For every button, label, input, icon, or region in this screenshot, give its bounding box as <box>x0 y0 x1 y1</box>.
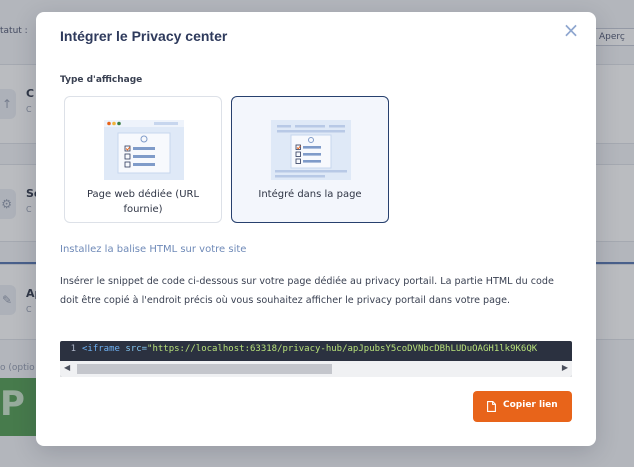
integrate-privacy-center-modal: Intégrer le Privacy center × Type d'affi… <box>36 12 596 446</box>
copy-link-button[interactable]: Copier lien <box>473 391 572 422</box>
line-number: 1 <box>70 344 76 354</box>
code-tag: <iframe <box>82 344 120 354</box>
scrollbar-thumb[interactable] <box>77 364 332 374</box>
modal-title: Intégrer le Privacy center <box>60 28 228 44</box>
scroll-right-icon[interactable]: ▶ <box>562 363 568 372</box>
document-icon <box>487 401 496 412</box>
option-label: Intégré dans la page <box>258 189 362 200</box>
horizontal-scrollbar[interactable]: ◀ ▶ <box>60 361 572 377</box>
copy-link-label: Copier lien <box>503 400 558 410</box>
browser-page-icon <box>104 120 184 180</box>
code-line: 1 <iframe src="https://localhost:63318/pr… <box>60 341 572 358</box>
embedded-page-icon <box>271 120 351 180</box>
display-type-label: Type d'affichage <box>60 75 143 85</box>
display-option-embedded[interactable]: Intégré dans la page <box>231 96 389 223</box>
code-value: "https://localhost:63318/privacy-hub/apJ… <box>147 344 538 354</box>
install-description: Insérer le snippet de code ci-dessous su… <box>60 276 554 306</box>
code-snippet[interactable]: 1 <iframe src="https://localhost:63318/pr… <box>60 341 572 377</box>
scroll-left-icon[interactable]: ◀ <box>64 363 70 372</box>
display-option-dedicated-page[interactable]: Page web dédiée (URL fournie) <box>64 96 222 223</box>
close-icon[interactable]: × <box>560 20 582 42</box>
option-label: Page web dédiée (URL fournie) <box>86 189 200 215</box>
code-attr: src= <box>119 344 148 354</box>
install-title: Installez la balise HTML sur votre site <box>60 244 247 255</box>
